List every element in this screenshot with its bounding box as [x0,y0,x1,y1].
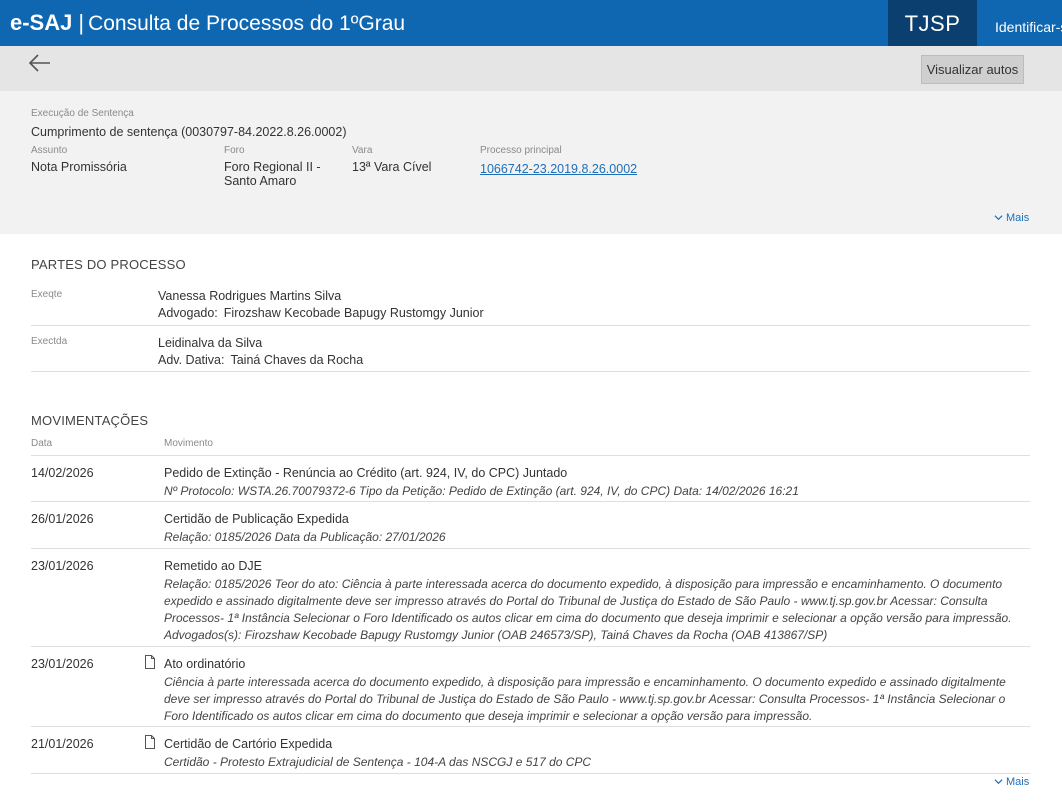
movement-description: Ciência à parte interessada acerca do do… [164,675,1006,723]
view-records-button[interactable]: Visualizar autos [921,55,1024,84]
party-row: Exectda Leidinalva da Silva Adv. Dativa:… [31,336,1030,372]
document-icon[interactable] [144,735,156,749]
movement-title[interactable]: Remetido ao DJE [164,559,262,573]
column-header-date: Data [31,438,53,449]
movement-date: 26/01/2026 [31,512,94,526]
party-name: Vanessa Rodrigues Martins Silva [158,289,342,303]
party-name: Leidinalva da Silva [158,336,263,350]
subject-value: Nota Promissória [31,160,127,174]
movement-title[interactable]: Certidão de Publicação Expedida [164,512,349,526]
movement-date: 23/01/2026 [31,657,94,671]
movements-more-toggle[interactable]: Mais [994,776,1029,788]
movement-row: 23/01/2026 Ato ordinatório Ciência à par… [31,647,1030,727]
movements-title: MOVIMENTAÇÕES [31,413,149,428]
party-row: Exeqte Vanessa Rodrigues Martins Silva A… [31,289,1030,326]
movements-header: Data Movimento [31,438,1030,456]
identify-link[interactable]: Identificar-se [995,0,1062,46]
court-division-value: 13ª Vara Cível [352,160,432,174]
movement-title[interactable]: Ato ordinatório [164,657,245,671]
system-title: Consulta de Processos do 1ºGrau [88,12,406,35]
forum-label: Foro [224,145,245,156]
header-more-toggle[interactable]: Mais [994,212,1029,224]
movement-description: Relação: 0185/2026 Teor do ato: Ciência … [164,577,1012,642]
court-logo[interactable]: TJSP [888,0,977,46]
movement-date: 23/01/2026 [31,559,94,573]
process-header: Visualizar autos Execução de Sentença Cu… [0,46,1062,234]
movement-date: 14/02/2026 [31,466,94,480]
movement-description: Relação: 0185/2026 Data da Publicação: 2… [164,530,446,544]
class-label: Execução de Sentença [31,108,134,119]
class-value: Cumprimento de sentença (0030797-84.2022… [31,125,347,139]
party-lawyer-name: Firozshaw Kecobade Bapugy Rustomgy Junio… [223,306,484,320]
movement-row: 23/01/2026 Remetido ao DJE Relação: 0185… [31,549,1030,647]
subject-label: Assunto [31,145,68,156]
movements-more-label: Mais [1006,776,1030,788]
brand-separator: | [78,10,85,35]
column-header-movement: Movimento [164,438,213,449]
movement-description: Nº Protocolo: WSTA.26.70079372-6 Tipo da… [164,484,799,498]
movement-date: 21/01/2026 [31,737,94,751]
party-lawyer: Advogado: Firozshaw Kecobade Bapugy Rusto… [158,306,484,320]
party-role: Exeqte [31,289,63,300]
document-icon[interactable] [144,655,156,669]
toolbar: Visualizar autos [0,46,1062,91]
main-process-label: Processo principal [480,145,562,156]
party-lawyer-name: Tainá Chaves da Rocha [230,353,364,367]
party-lawyer: Adv. Dativa: Tainá Chaves da Rocha [158,353,363,367]
movement-row: 21/01/2026 Certidão de Cartório Expedida… [31,727,1030,774]
arrow-left-icon[interactable] [28,52,54,74]
movement-description: Certidão - Protesto Extrajudicial de Sen… [164,755,592,769]
party-lawyer-label: Advogado: [158,306,218,320]
movement-row: 26/01/2026 Certidão de Publicação Expedi… [31,502,1030,549]
party-lawyer-label: Adv. Dativa: [158,353,225,367]
movement-title[interactable]: Certidão de Cartório Expedida [164,737,332,751]
chevron-down-icon [994,779,1003,785]
forum-value-line1: Foro Regional II - [224,160,321,174]
movement-row: 14/02/2026 Pedido de Extinção - Renúncia… [31,456,1030,502]
court-division-label: Vara [352,145,373,156]
main-process-link[interactable]: 1066742-23.2019.8.26.0002 [480,162,637,176]
parties-title: PARTES DO PROCESSO [31,257,186,272]
top-bar: e-SAJ | Consulta de Processos do 1ºGrau TJ… [0,0,1062,46]
movement-title[interactable]: Pedido de Extinção - Renúncia ao Crédito… [164,466,567,480]
party-role: Exectda [31,336,68,347]
esaj-logo[interactable]: e-SAJ [10,10,72,35]
header-more-label: Mais [1006,212,1030,224]
forum-value-line2: Santo Amaro [224,174,297,188]
chevron-down-icon [994,215,1003,221]
brand: e-SAJ | Consulta de Processos do 1ºGrau [10,10,405,36]
